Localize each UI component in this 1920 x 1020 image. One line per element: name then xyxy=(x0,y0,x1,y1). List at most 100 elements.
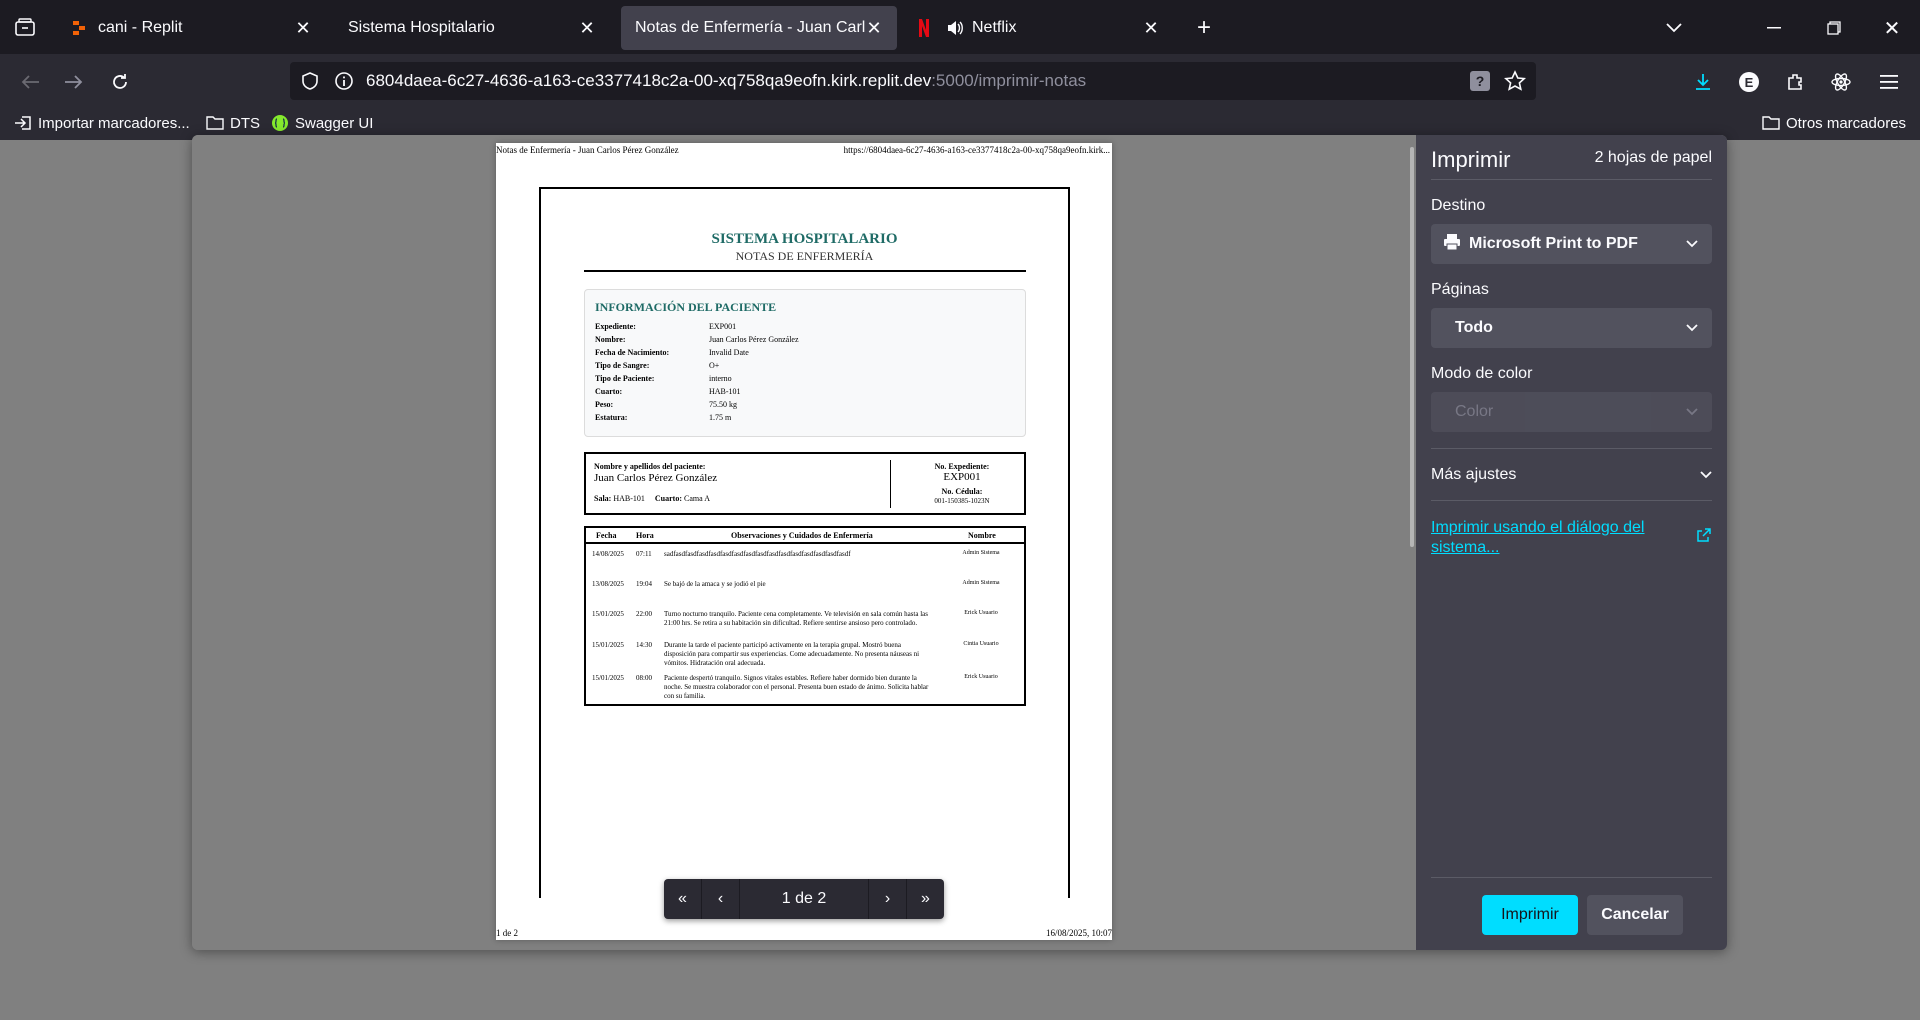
note-date: 13/08/2025 xyxy=(592,580,624,588)
info-row: Expediente: EXP001 xyxy=(595,322,736,331)
sheet-count: 2 hojas de papel xyxy=(1594,149,1712,166)
print-dialog: Notas de Enfermería - Juan Carlos Pérez … xyxy=(192,135,1727,950)
first-page-icon[interactable]: « xyxy=(664,879,702,919)
react-devtools-icon[interactable] xyxy=(1825,66,1857,98)
bookmark-swagger[interactable]: Swagger UI xyxy=(271,114,373,132)
external-link-icon[interactable] xyxy=(1696,527,1712,543)
new-tab-icon[interactable]: + xyxy=(1190,14,1218,42)
column-header-observaciones: Observaciones y Cuidados de Enfermería xyxy=(731,531,873,540)
next-page-icon[interactable]: › xyxy=(868,879,906,919)
info-row: Cuarto: HAB-101 xyxy=(595,387,741,396)
tab-sistema-hospitalario[interactable]: Sistema Hospitalario ✕ xyxy=(334,6,610,50)
previous-page-icon[interactable]: ‹ xyxy=(702,879,740,919)
extensions-icon[interactable] xyxy=(1779,66,1811,98)
restore-icon[interactable] xyxy=(1820,14,1848,42)
last-page-icon[interactable]: » xyxy=(906,879,944,919)
color-mode-select: Color xyxy=(1431,392,1712,432)
note-observation: Durante la tarde el paciente participó a… xyxy=(664,641,920,667)
divider xyxy=(1431,179,1712,180)
pages-select[interactable]: Todo xyxy=(1431,308,1712,348)
bookmark-label: Importar marcadores... xyxy=(38,114,190,132)
page-indicator: 1 de 2 xyxy=(781,890,827,907)
note-author: Admin Sistema xyxy=(962,550,1000,556)
tab-netflix[interactable]: Netflix ✕ xyxy=(904,6,1174,50)
swagger-icon xyxy=(271,114,289,132)
document-frame: SISTEMA HOSPITALARIO NOTAS DE ENFERMERÍA… xyxy=(539,187,1070,898)
patient-name: Juan Carlos Pérez González xyxy=(594,472,718,484)
info-icon[interactable] xyxy=(334,71,354,96)
tab-title: Notas de Enfermería - Juan Carlos Pérez … xyxy=(635,19,865,36)
bookmark-label: Swagger UI xyxy=(295,114,374,132)
tab-bar: cani - Replit ✕ Sistema Hospitalario ✕ N… xyxy=(0,0,1920,54)
other-bookmarks[interactable]: Otros marcadores xyxy=(1762,114,1906,132)
back-arrow-icon[interactable] xyxy=(14,66,46,98)
close-icon[interactable]: ✕ xyxy=(578,18,596,39)
destination-select[interactable]: Microsoft Print to PDF xyxy=(1431,224,1712,264)
close-window-icon[interactable]: ✕ xyxy=(1878,14,1906,42)
minimize-icon[interactable] xyxy=(1760,14,1788,42)
account-avatar-icon[interactable]: E xyxy=(1733,66,1765,98)
tab-title: cani - Replit xyxy=(98,19,183,36)
divider xyxy=(1431,500,1712,501)
tab-title: Sistema Hospitalario xyxy=(348,19,495,36)
close-icon[interactable]: ✕ xyxy=(294,18,312,39)
scrollbar[interactable] xyxy=(1410,147,1414,547)
divider xyxy=(890,460,891,508)
info-value: Invalid Date xyxy=(709,348,749,357)
system-dialog-link[interactable]: Imprimir usando el diálogo del sistema..… xyxy=(1431,518,1671,558)
reload-icon[interactable] xyxy=(104,66,136,98)
print-button[interactable]: Imprimir xyxy=(1482,895,1578,935)
tab-title: Netflix xyxy=(972,19,1017,36)
tab-replit[interactable]: cani - Replit ✕ xyxy=(56,6,326,50)
info-key: Nombre: xyxy=(595,335,626,344)
chevron-down-icon xyxy=(1684,319,1700,337)
forward-arrow-icon[interactable] xyxy=(58,66,90,98)
note-author: Admin Sistema xyxy=(962,580,1000,586)
cedula-label: No. Cédula: xyxy=(941,487,983,496)
downloads-icon[interactable] xyxy=(1687,66,1719,98)
tab-notas-enfermeria[interactable]: Notas de Enfermería - Juan Carlos Pérez … xyxy=(621,6,897,50)
close-icon[interactable]: ✕ xyxy=(865,18,883,39)
cedula-value: 001-150385-1023N xyxy=(934,497,990,505)
sala-label: Sala: xyxy=(594,494,612,503)
info-key: Peso: xyxy=(595,400,614,409)
info-key: Tipo de Sangre: xyxy=(595,361,650,370)
print-title: Imprimir xyxy=(1431,147,1511,172)
page-navigator: « ‹ 1 de 2 › » xyxy=(664,879,944,919)
list-tabs-chevron-icon[interactable] xyxy=(1660,14,1688,42)
bookmark-dts[interactable]: DTS xyxy=(206,114,260,132)
shield-icon[interactable] xyxy=(300,71,320,96)
help-icon[interactable]: ? xyxy=(1470,71,1490,91)
column-header-hora: Hora xyxy=(636,531,654,540)
info-row: Tipo de Paciente: interno xyxy=(595,374,732,383)
bookmark-import[interactable]: Importar marcadores... xyxy=(14,114,190,132)
cuarto-value: Cama A xyxy=(684,494,711,503)
divider xyxy=(1431,448,1712,449)
note-time: 22:00 xyxy=(636,610,652,618)
bookmark-label: Otros marcadores xyxy=(1786,114,1907,132)
folder-icon xyxy=(1762,114,1780,132)
note-date: 14/08/2025 xyxy=(592,550,624,558)
url-host: 6804daea-6c27-4636-a163-ce3377418c2a-00-… xyxy=(366,71,932,90)
info-key: Fecha de Nacimiento: xyxy=(595,348,670,357)
more-settings-toggle[interactable]: Más ajustes xyxy=(1431,466,1712,484)
speaker-icon[interactable] xyxy=(946,19,964,37)
cuarto-label: Cuarto: xyxy=(654,494,683,503)
info-row: Fecha de Nacimiento: Invalid Date xyxy=(595,348,749,357)
note-observation: Se bajó de la amaca y se jodió el pie xyxy=(664,580,766,588)
firefox-view-icon[interactable] xyxy=(12,14,38,40)
bookmark-star-icon[interactable] xyxy=(1503,70,1527,97)
close-icon[interactable]: ✕ xyxy=(1142,18,1160,39)
info-value: O+ xyxy=(709,361,720,370)
page-header-url: https://6804daea-6c27-4636-a163-ce337741… xyxy=(843,145,1110,155)
url-path: :5000/imprimir-notas xyxy=(931,71,1087,90)
hamburger-menu-icon[interactable] xyxy=(1873,66,1905,98)
url-text[interactable]: 6804daea-6c27-4636-a163-ce3377418c2a-00-… xyxy=(366,71,1086,91)
address-bar[interactable]: 6804daea-6c27-4636-a163-ce3377418c2a-00-… xyxy=(290,62,1536,100)
note-time: 14:30 xyxy=(636,641,652,649)
cancel-button[interactable]: Cancelar xyxy=(1587,895,1683,935)
patient-location: Sala: HAB-101 Cuarto: Cama A xyxy=(594,494,710,503)
print-preview[interactable]: Notas de Enfermería - Juan Carlos Pérez … xyxy=(192,135,1416,950)
expediente-label: No. Expediente: xyxy=(934,462,990,471)
page-header-title: Notas de Enfermería - Juan Carlos Pérez … xyxy=(496,145,679,155)
